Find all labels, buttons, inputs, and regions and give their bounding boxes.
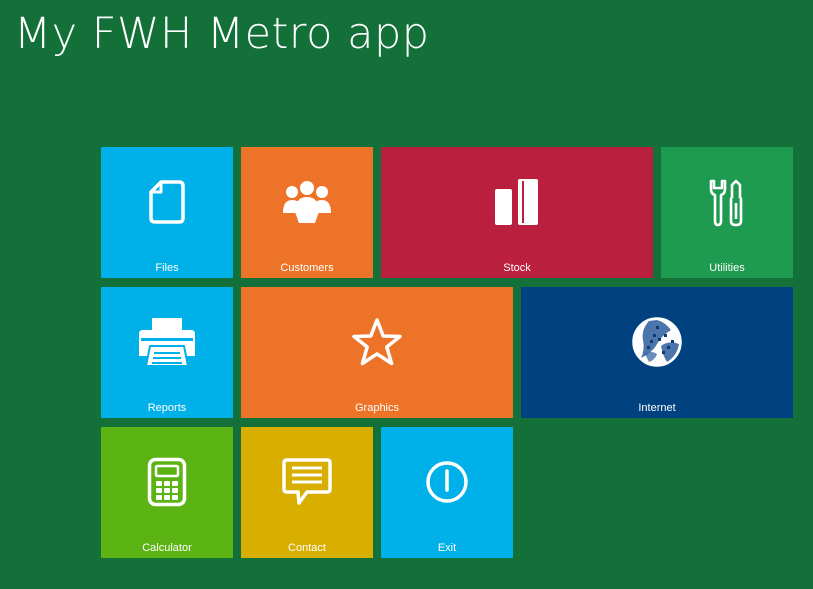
calculator-icon [147,457,187,507]
tile-internet[interactable]: Internet [521,287,793,418]
tile-utilities[interactable]: Utilities [661,147,793,278]
tile-label: Exit [437,542,457,554]
tile-label: Reports [147,402,187,414]
tile-label: Files [155,262,179,274]
bar-chart-icon [493,177,541,227]
tile-stock[interactable]: Stock [381,147,653,278]
tile-label: Contact [288,542,326,554]
tile-label: Utilities [709,262,745,274]
tile-exit[interactable]: Exit [381,427,513,558]
chat-bubble-icon [281,456,333,508]
tile-label: Stock [503,262,531,274]
document-icon [147,178,187,226]
tile-label: Internet [638,402,676,414]
users-group-icon [281,179,333,225]
tile-customers[interactable]: Customers [241,147,373,278]
tile-label: Customers [280,262,334,274]
tile-contact[interactable]: Contact [241,427,373,558]
tile-label: Calculator [142,542,192,554]
app-title: My FWH Metro app [14,9,430,59]
tile-reports[interactable]: Reports [101,287,233,418]
globe-icon [631,316,683,368]
tile-label: Graphics [354,402,400,414]
power-icon [425,460,469,504]
tile-graphics[interactable]: Graphics [241,287,513,418]
tile-calculator[interactable]: Calculator [101,427,233,558]
tools-icon [707,177,747,227]
star-icon [351,317,403,367]
tile-files[interactable]: Files [101,147,233,278]
printer-icon [137,316,197,368]
